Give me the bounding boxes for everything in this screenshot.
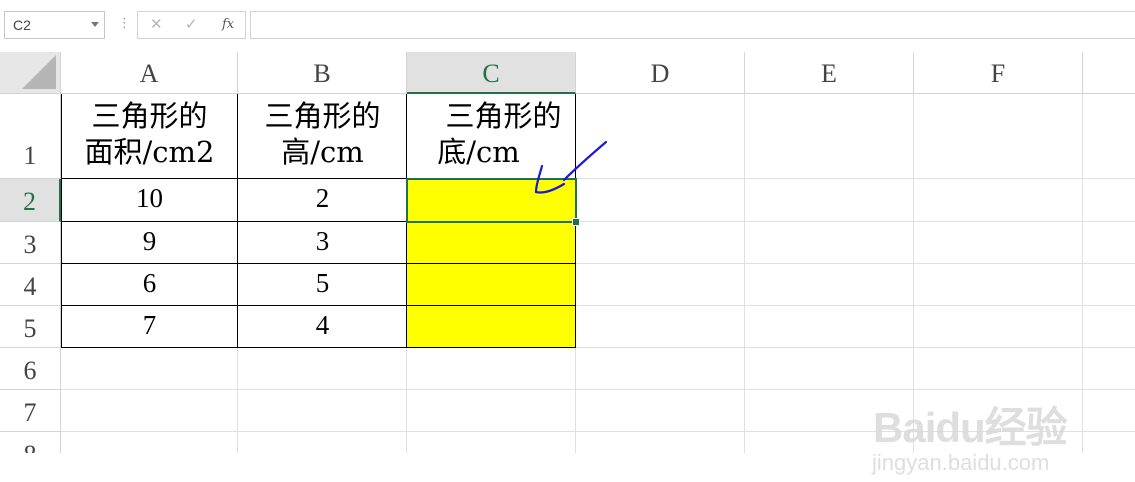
cell-a1[interactable]: 三角形的 面积/cm2 (61, 94, 238, 179)
column-header-d[interactable]: D (576, 52, 745, 94)
pen-annotation (534, 140, 608, 194)
fill-handle[interactable] (572, 218, 580, 226)
row-header-6[interactable]: 6 (0, 348, 61, 390)
table-border (61, 305, 576, 306)
column-header-f[interactable]: F (914, 52, 1083, 94)
column-header-g[interactable] (1083, 52, 1135, 94)
watermark-logo: Baidu经验 (873, 404, 1068, 451)
cell-b4[interactable]: 5 (238, 264, 407, 306)
row-header-2[interactable]: 2 (0, 179, 61, 222)
column-header-a[interactable]: A (61, 52, 238, 94)
worksheet-grid: A B C D E F 1 2 3 4 5 6 7 8 三角形的 面积/cm2 … (0, 52, 1135, 475)
cell-a3[interactable]: 9 (61, 222, 238, 264)
watermark-url: jingyan.baidu.com (872, 450, 1050, 475)
row-header-1[interactable]: 1 (0, 94, 61, 179)
cell-b2[interactable]: 2 (238, 179, 407, 222)
chevron-down-icon[interactable] (91, 22, 99, 27)
cell-a5[interactable]: 7 (61, 306, 238, 348)
select-all-button[interactable] (0, 52, 61, 94)
cell-b5[interactable]: 4 (238, 306, 407, 348)
name-box[interactable]: C2 (4, 11, 105, 39)
header-line: 高/cm (281, 135, 364, 169)
table-border (61, 178, 407, 179)
column-header-e[interactable]: E (745, 52, 914, 94)
cell-c3[interactable] (407, 222, 576, 264)
select-all-triangle-icon (22, 55, 56, 89)
cell-c4[interactable] (407, 264, 576, 306)
cell-b3[interactable]: 3 (238, 222, 407, 264)
table-border (61, 221, 407, 222)
header-line: 三角形的 (445, 99, 562, 133)
formula-bar: C2 ⋮ ✕ ✓ fx (0, 0, 1135, 52)
name-box-value: C2 (13, 17, 31, 33)
cancel-icon[interactable]: ✕ (150, 15, 163, 33)
column-header-c[interactable]: C (407, 52, 576, 94)
check-icon[interactable]: ✓ (185, 15, 198, 33)
formula-buttons: ✕ ✓ fx (137, 11, 246, 39)
row-header-5[interactable]: 5 (0, 306, 61, 348)
cell-a4[interactable]: 6 (61, 264, 238, 306)
formula-input[interactable] (250, 11, 1135, 39)
column-header-b[interactable]: B (238, 52, 407, 94)
cell-b1[interactable]: 三角形的 高/cm (238, 94, 407, 179)
header-line: 三角形的 (91, 99, 208, 133)
row-header-7[interactable]: 7 (0, 390, 61, 432)
header-line: 三角形的 (264, 99, 381, 133)
gridline (744, 94, 745, 453)
table-border (237, 94, 238, 348)
table-border (61, 94, 62, 348)
grip-dots-icon[interactable]: ⋮ (118, 16, 131, 31)
baidu-watermark: Baidu经验 jingyan.baidu.com (868, 372, 1073, 482)
table-border (61, 347, 576, 348)
gridline (1082, 94, 1083, 453)
pen-stroke (534, 140, 608, 194)
table-border (61, 263, 576, 264)
header-line: 面积/cm2 (84, 135, 215, 169)
insert-function-button[interactable]: fx (222, 17, 234, 32)
row-header-8[interactable]: 8 (0, 432, 61, 453)
row-header-4[interactable]: 4 (0, 264, 61, 306)
row-header-3[interactable]: 3 (0, 222, 61, 264)
cell-c5[interactable] (407, 306, 576, 348)
cell-a2[interactable]: 10 (61, 179, 238, 222)
